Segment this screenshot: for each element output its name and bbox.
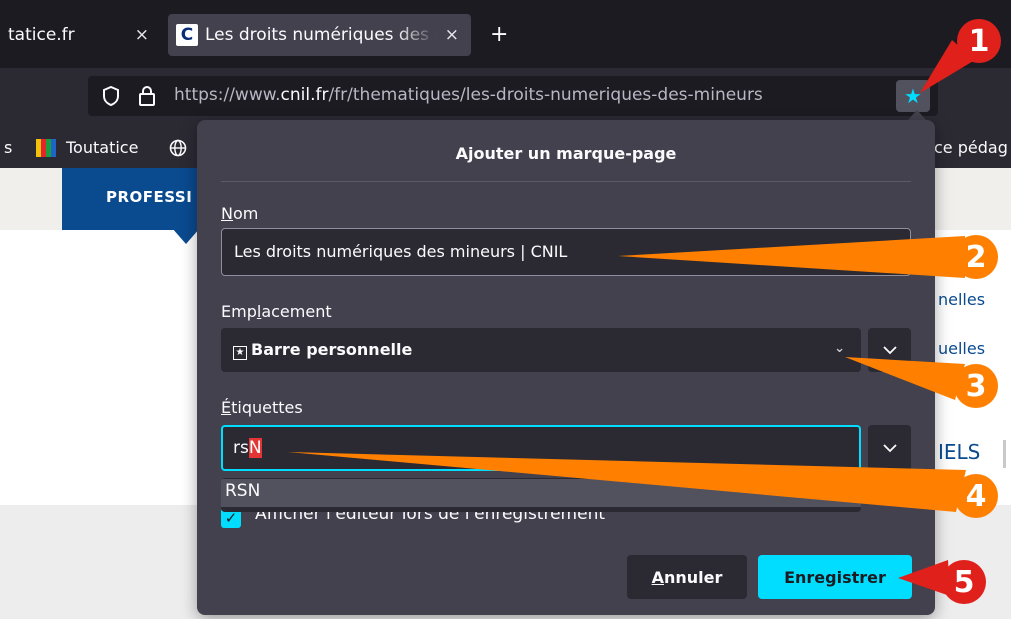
callout-arrow-4: [288, 452, 966, 512]
callout-badge-1: 1: [957, 19, 1001, 63]
callout-arrow-2: [618, 236, 965, 278]
callout-arrows: [288, 40, 975, 596]
callout-arrow-3: [845, 357, 965, 400]
callout-badge-3: 3: [954, 364, 998, 408]
callout-badge-5: 5: [942, 560, 986, 604]
callout-badge-2: 2: [954, 235, 998, 279]
callout-badge-4: 4: [954, 474, 998, 518]
